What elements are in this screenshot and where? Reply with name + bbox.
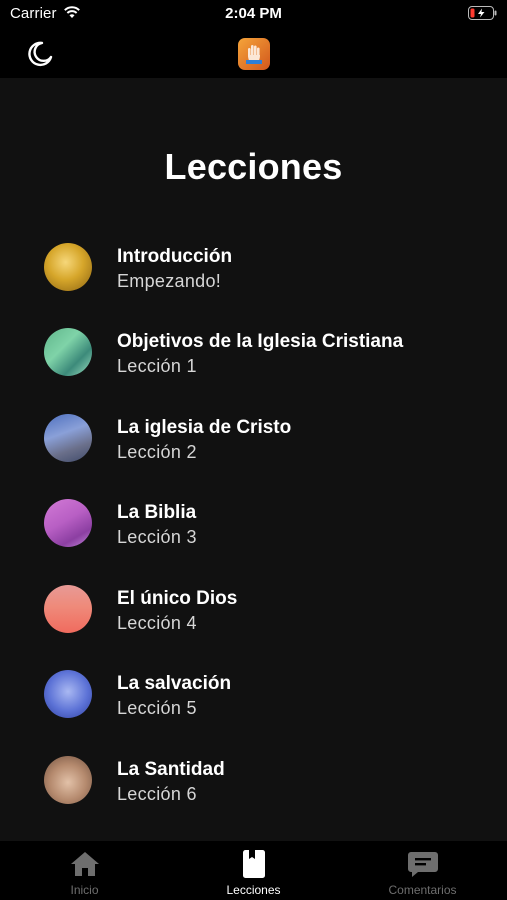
lesson-title: Objetivos de la Iglesia Cristiana — [117, 331, 404, 352]
lesson-thumbnail — [44, 243, 92, 291]
tab-label: Comentarios — [388, 883, 457, 897]
lesson-thumbnail — [44, 670, 92, 718]
moon-icon[interactable] — [26, 40, 54, 68]
lesson-thumbnail — [44, 585, 92, 633]
lessons-screen: Lecciones Introducción Empezando! Objeti… — [0, 78, 507, 841]
lesson-thumbnail — [44, 756, 92, 804]
battery-icon — [468, 6, 497, 20]
lesson-row-4[interactable]: El único Dios Lección 4 — [0, 580, 507, 660]
lesson-title: La salvación — [117, 673, 232, 694]
tab-inicio[interactable]: Inicio — [0, 841, 169, 900]
lesson-subtitle: Lección 5 — [117, 698, 197, 718]
lesson-subtitle: Lección 2 — [117, 442, 197, 462]
app-logo — [238, 38, 270, 70]
lesson-row-3[interactable]: La Biblia Lección 3 — [0, 494, 507, 574]
lesson-title: La Santidad — [117, 759, 225, 780]
lesson-subtitle: Empezando! — [117, 271, 222, 291]
lesson-title: La Biblia — [117, 502, 197, 523]
lesson-title: El único Dios — [117, 588, 238, 609]
tab-comentarios[interactable]: Comentarios — [338, 841, 507, 900]
book-icon — [243, 850, 265, 878]
lesson-title: Introducción — [117, 246, 233, 267]
tab-label: Lecciones — [226, 883, 281, 897]
status-bar: Carrier 2:04 PM — [0, 0, 507, 28]
lesson-row-intro[interactable]: Introducción Empezando! — [0, 238, 507, 318]
lesson-row-6[interactable]: La Santidad Lección 6 — [0, 751, 507, 831]
lesson-subtitle: Lección 6 — [117, 784, 197, 804]
page-title: Lecciones — [164, 146, 343, 187]
tab-lecciones[interactable]: Lecciones — [169, 841, 338, 900]
clock: 2:04 PM — [225, 5, 282, 22]
tab-label: Inicio — [70, 883, 99, 897]
lesson-row-2[interactable]: La iglesia de Cristo Lección 2 — [0, 409, 507, 489]
lesson-title: La iglesia de Cristo — [117, 417, 292, 438]
chat-icon — [408, 852, 438, 877]
lesson-subtitle: Lección 3 — [117, 527, 197, 547]
home-icon — [71, 852, 99, 876]
navigation-bar — [0, 28, 507, 78]
lesson-thumbnail — [44, 328, 92, 376]
tab-bar: Inicio Lecciones Comentarios — [0, 841, 507, 900]
raised-hand-icon — [246, 45, 262, 64]
lesson-thumbnail — [44, 414, 92, 462]
lesson-subtitle: Lección 1 — [117, 356, 197, 376]
lesson-row-5[interactable]: La salvación Lección 5 — [0, 665, 507, 745]
lesson-subtitle: Lección 4 — [117, 613, 197, 633]
lesson-row-1[interactable]: Objetivos de la Iglesia Cristiana Lecció… — [0, 323, 507, 403]
lesson-thumbnail — [44, 499, 92, 547]
